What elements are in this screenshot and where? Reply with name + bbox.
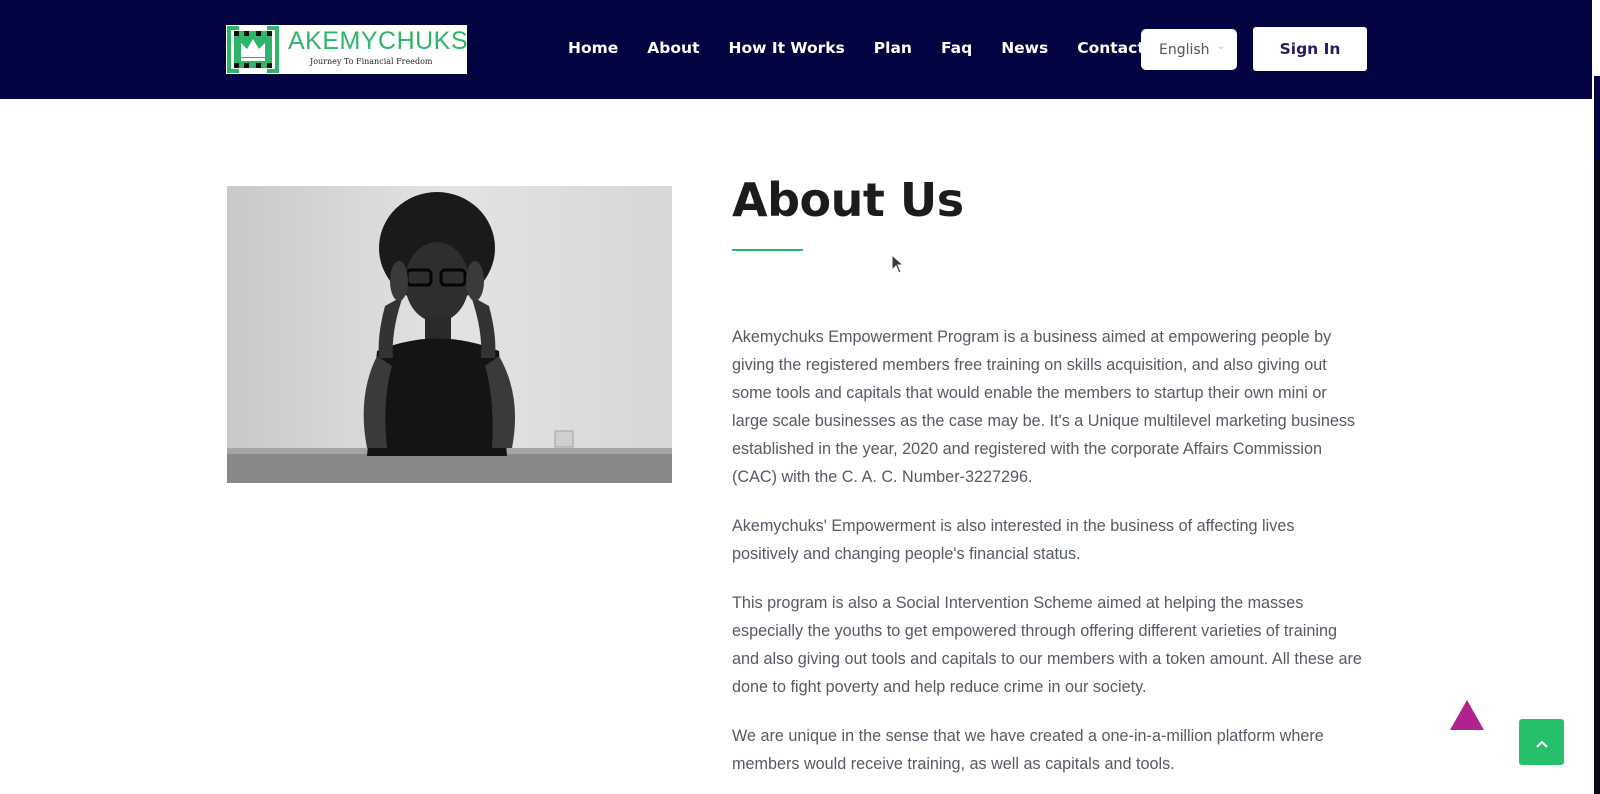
language-value: English [1159, 41, 1210, 58]
scrollbar-thumb[interactable] [1594, 76, 1600, 160]
crown-icon [226, 25, 280, 74]
chevron-up-icon [1535, 733, 1548, 752]
site-logo[interactable]: AKEMYCHUKS Journey To Financial Freedom [226, 25, 469, 74]
mouse-cursor-icon [891, 253, 905, 278]
nav-how-it-works[interactable]: How It Works [728, 36, 844, 60]
nav-home[interactable]: Home [568, 36, 618, 60]
triangle-icon [1450, 700, 1484, 730]
scrollbar-track[interactable] [1594, 160, 1600, 794]
chevron-down-icon: ⌄ [1216, 41, 1225, 52]
about-paragraph: Akemychuks' Empowerment is also interest… [732, 517, 1295, 563]
nav-contact[interactable]: Contact [1077, 36, 1145, 60]
nav-news[interactable]: News [1001, 36, 1048, 60]
about-photo [227, 186, 672, 483]
brand-tagline: Journey To Financial Freedom [310, 57, 433, 66]
language-select[interactable]: English ⌄ [1141, 29, 1237, 70]
site-header: AKEMYCHUKS Journey To Financial Freedom … [0, 0, 1592, 99]
brand-name: AKEMYCHUKS [288, 27, 469, 55]
nav-plan[interactable]: Plan [874, 36, 912, 60]
about-paragraph: Akemychuks Empowerment Program is a busi… [732, 328, 1356, 486]
page-title: About Us [732, 173, 964, 227]
nav-faq[interactable]: Faq [941, 36, 972, 60]
about-paragraph: This program is also a Social Interventi… [732, 594, 1362, 696]
scroll-to-top-button[interactable] [1519, 719, 1564, 765]
sign-in-button[interactable]: Sign In [1253, 27, 1367, 71]
title-underline [732, 249, 803, 251]
main-nav: Home About How It Works Plan Faq News Co… [568, 36, 1145, 60]
nav-about[interactable]: About [647, 36, 699, 60]
about-paragraph: We are unique in the sense that we have … [732, 727, 1324, 773]
